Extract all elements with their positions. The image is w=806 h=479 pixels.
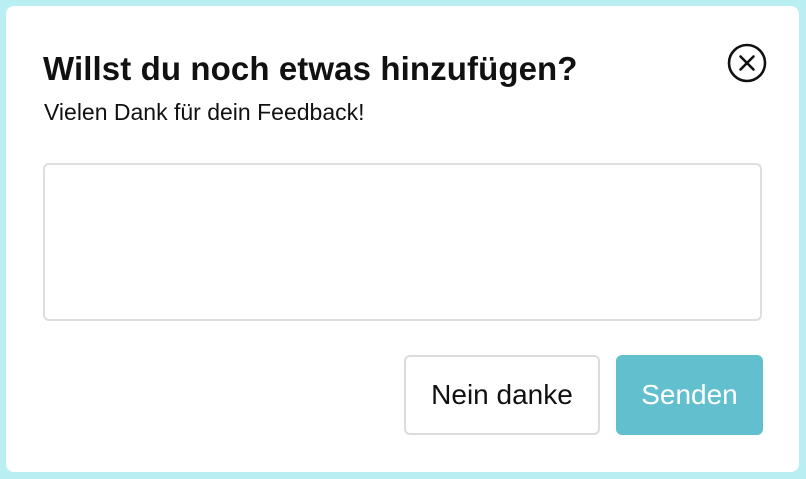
- close-button[interactable]: [726, 42, 768, 84]
- close-circle-icon: [727, 43, 767, 83]
- feedback-dialog: Willst du noch etwas hinzufügen? Vielen …: [6, 6, 799, 472]
- submit-button[interactable]: Senden: [616, 355, 763, 435]
- dialog-subtitle: Vielen Dank für dein Feedback!: [44, 99, 365, 125]
- feedback-textarea[interactable]: [43, 163, 762, 321]
- dialog-title: Willst du noch etwas hinzufügen?: [43, 50, 578, 87]
- decline-button[interactable]: Nein danke: [404, 355, 600, 435]
